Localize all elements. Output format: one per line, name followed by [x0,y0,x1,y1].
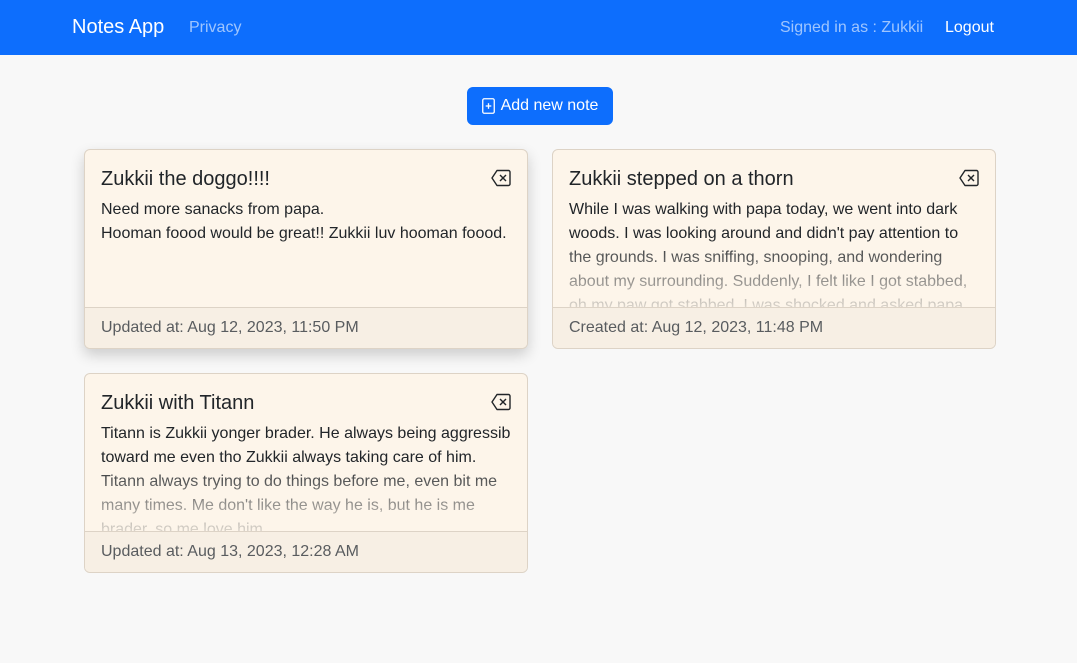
note-title: Zukkii stepped on a thorn [569,168,794,190]
note-body: While I was walking with papa today, we … [569,201,968,308]
note-title: Zukkii the doggo!!!! [101,168,270,190]
note-footer-timestamp: Updated at: Aug 13, 2023, 12:28 AM [85,531,527,572]
note-footer-timestamp: Created at: Aug 12, 2023, 11:48 PM [553,307,995,348]
navbar: Notes App Privacy Signed in as : Zukkii … [0,0,1077,55]
note-body: Need more sanacks from papa. Hooman fooo… [101,201,507,242]
add-new-note-button[interactable]: Add new note [467,87,613,125]
nav-link-privacy[interactable]: Privacy [189,18,241,37]
note-footer-timestamp: Updated at: Aug 12, 2023, 11:50 PM [85,307,527,348]
note-body: Titann is Zukkii yonger brader. He alway… [101,425,511,532]
note-title: Zukkii with Titann [101,392,255,414]
signed-in-text: Signed in as : Zukkii [780,19,924,36]
backspace-delete-icon[interactable] [491,393,511,411]
backspace-delete-icon[interactable] [959,169,979,187]
brand-link[interactable]: Notes App [72,15,164,39]
note-card[interactable]: Zukkii with Titann Titann is Zukkii yong… [84,373,528,573]
logout-link[interactable]: Logout [945,18,994,37]
note-card[interactable]: Zukkii stepped on a thorn While I was wa… [552,149,996,349]
note-card[interactable]: Zukkii the doggo!!!! Need more sanacks f… [84,149,528,349]
backspace-delete-icon[interactable] [491,169,511,187]
add-new-note-label: Add new note [500,97,599,114]
file-plus-icon [481,98,495,114]
